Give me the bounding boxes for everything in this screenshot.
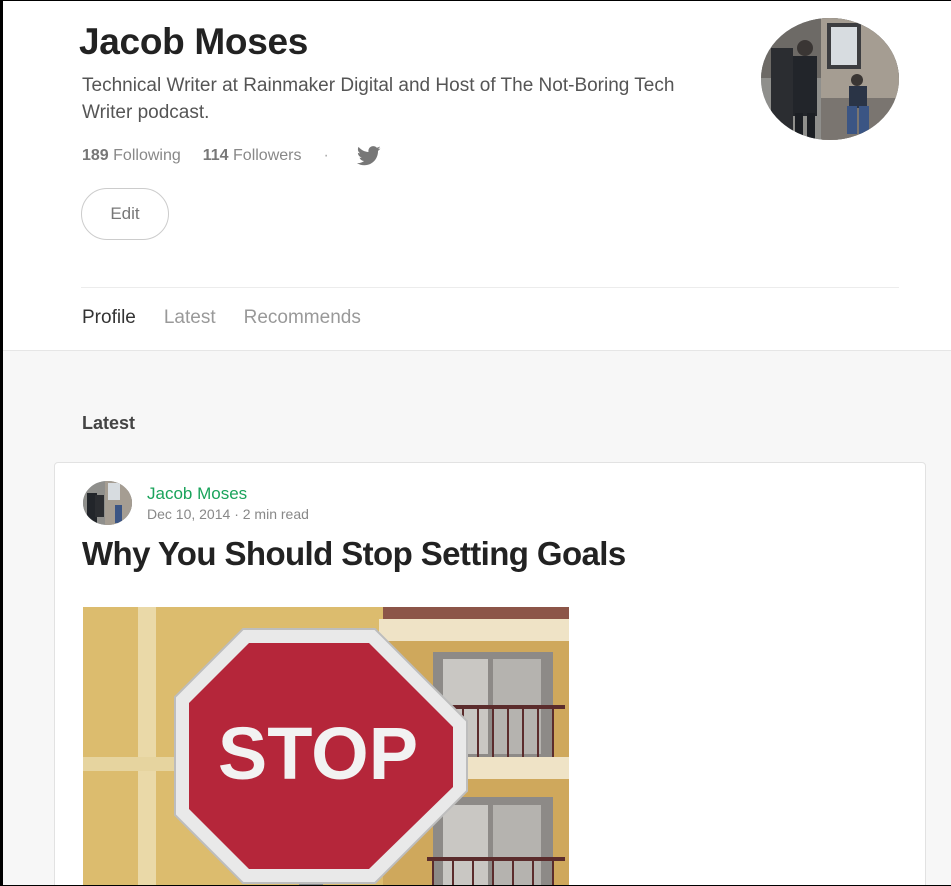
profile-bio: Technical Writer at Rainmaker Digital an… [82,75,675,123]
profile-stats: 189 Following 114 Followers · [82,146,381,166]
edit-profile-button[interactable]: Edit [81,188,169,240]
meta-separator: · [234,506,239,522]
author-avatar[interactable] [83,481,132,525]
profile-header: Jacob Moses Technical Writer at Rainmake… [3,1,951,351]
stats-separator: · [323,147,329,164]
tab-latest[interactable]: Latest [164,307,216,329]
post-date[interactable]: Dec 10, 2014 [147,506,230,522]
latest-section-title: Latest [82,413,136,433]
profile-name: Jacob Moses [79,21,309,62]
following-count: 189 [82,147,109,164]
profile-avatar[interactable] [761,18,899,140]
followers-count: 114 [202,147,229,164]
post-author[interactable]: Jacob Moses [147,484,247,504]
post-title[interactable]: Why You Should Stop Setting Goals [82,535,626,573]
tab-profile[interactable]: Profile [82,307,136,329]
post-image[interactable]: STOP [83,607,569,885]
header-divider [81,287,899,288]
followers-link[interactable]: 114 Followers [203,147,302,165]
post-meta: Dec 10, 2014 · 2 min read [147,506,309,522]
following-link[interactable]: 189 Following [82,147,181,165]
post-read-time: 2 min read [242,506,309,522]
tab-recommends[interactable]: Recommends [244,307,361,329]
followers-label: Followers [233,147,302,164]
page-frame: Jacob Moses Technical Writer at Rainmake… [0,0,951,886]
post-card[interactable]: Jacob Moses Dec 10, 2014 · 2 min read Wh… [54,462,926,885]
profile-tabs: Profile Latest Recommends [82,307,389,329]
stop-sign-text: STOP [218,712,418,795]
twitter-icon[interactable] [356,146,381,166]
following-label: Following [113,147,181,164]
